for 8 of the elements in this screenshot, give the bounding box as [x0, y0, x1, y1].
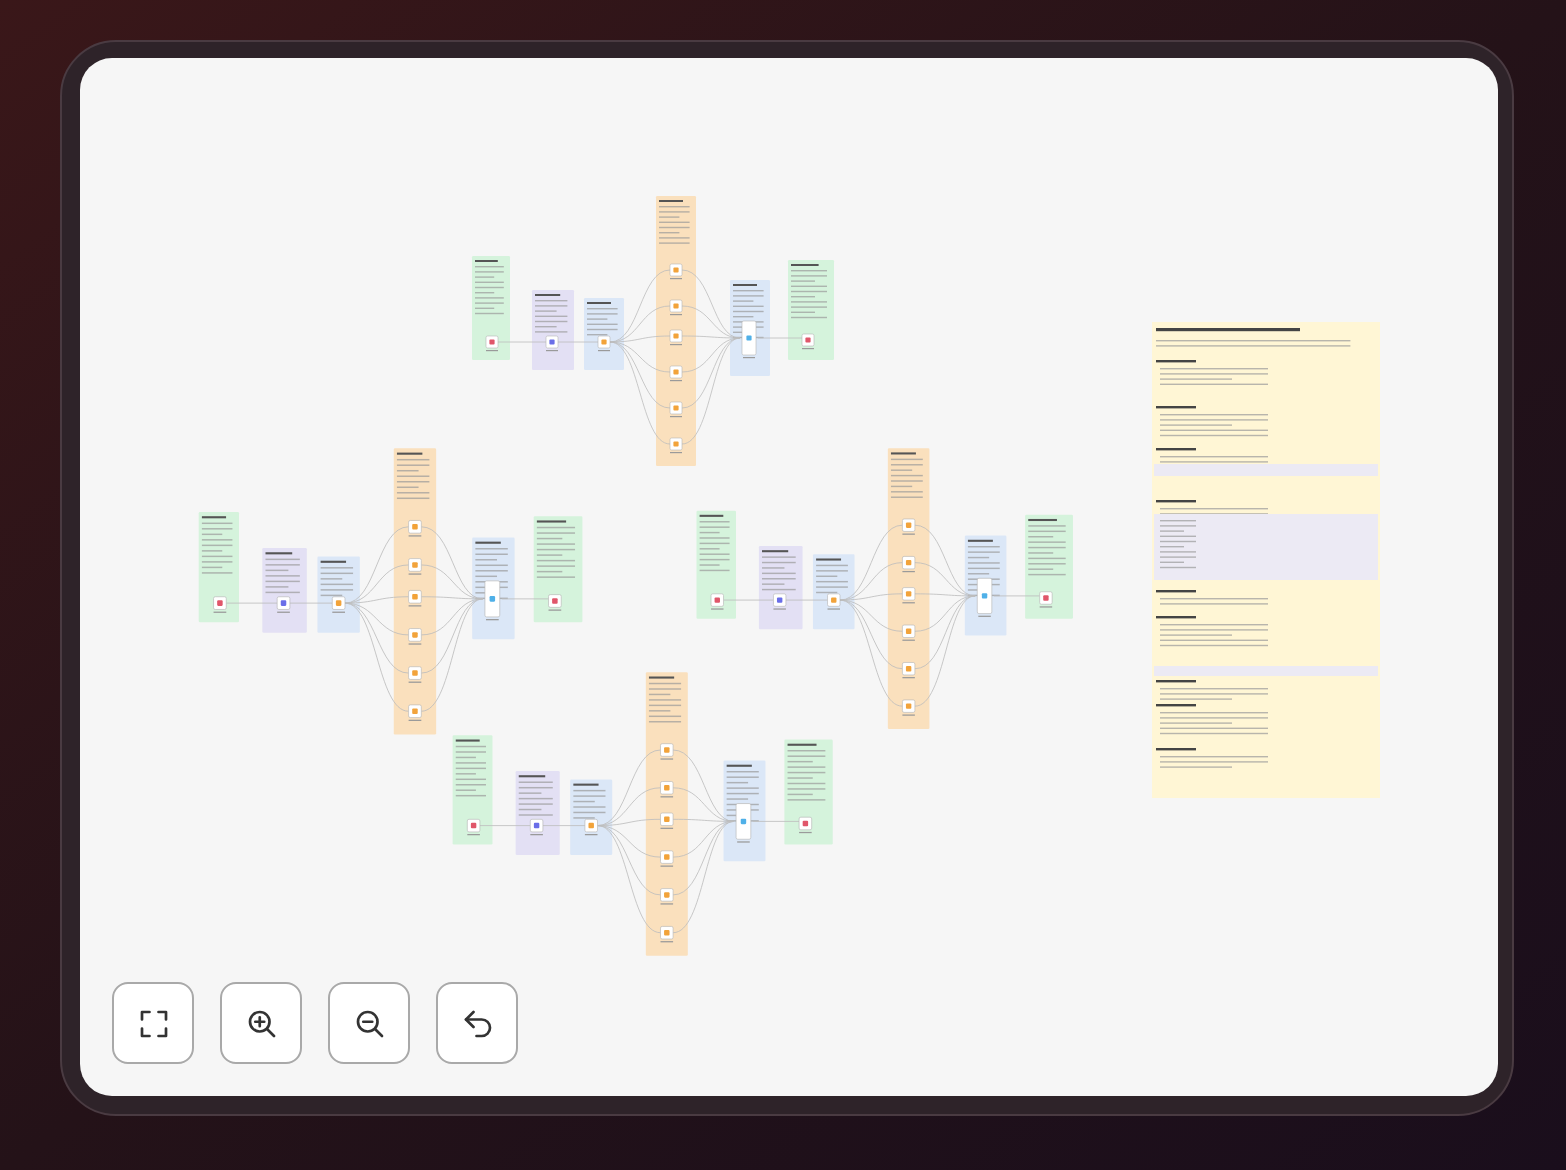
undo-arrow-icon — [459, 1005, 495, 1041]
fit-view-button[interactable] — [112, 982, 194, 1064]
reset-button[interactable] — [436, 982, 518, 1064]
zoom-in-icon — [243, 1005, 279, 1041]
zoom-out-icon — [351, 1005, 387, 1041]
zoom-in-button[interactable] — [220, 982, 302, 1064]
zoom-out-button[interactable] — [328, 982, 410, 1064]
corners-icon — [135, 1005, 171, 1041]
